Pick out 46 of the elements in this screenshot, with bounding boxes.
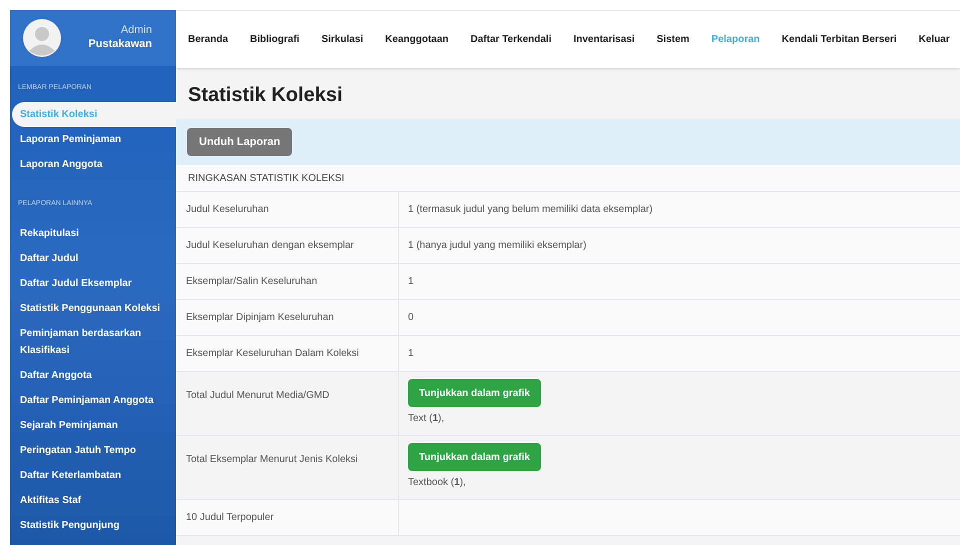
- table-cell-text: Eksemplar Keseluruhan Dalam Koleksi: [186, 347, 359, 361]
- sidebar-item[interactable]: Daftar Judul: [10, 246, 176, 271]
- nav-link[interactable]: Sistem: [656, 32, 690, 47]
- table-cell-text: 10 Judul Terpopuler: [186, 511, 274, 525]
- sidebar-item[interactable]: Rekapitulasi: [10, 221, 176, 246]
- sidebar-item[interactable]: Daftar Peminjaman Anggota: [10, 388, 176, 413]
- sidebar-item[interactable]: Aktifitas Staf: [10, 488, 176, 513]
- table-cell-text: 1 (hanya judul yang memiliki eksemplar): [408, 239, 586, 253]
- nav-link[interactable]: Keanggotaan: [385, 32, 449, 47]
- sidebar-item[interactable]: Laporan Anggota: [10, 152, 176, 176]
- show-chart-button[interactable]: Tunjukkan dalam grafik: [408, 379, 541, 407]
- table-cell: Total Eksemplar Menurut Jenis Koleksi: [186, 454, 358, 465]
- nav-link[interactable]: Sirkulasi: [321, 32, 364, 47]
- sidebar-item[interactable]: Peringatan Jatuh Tempo: [10, 438, 176, 463]
- sidebar-item[interactable]: Statistik Penggunaan Koleksi: [10, 296, 176, 321]
- show-chart-button[interactable]: Tunjukkan dalam grafik: [408, 443, 541, 471]
- sidebar-item[interactable]: Daftar Keterlambatan: [10, 463, 176, 488]
- table-heading: RINGKASAN STATISTIK KOLEKSI: [176, 165, 960, 192]
- nav-link[interactable]: Bibliografi: [250, 32, 300, 47]
- sidebar-item[interactable]: Laporan Peminjaman: [10, 126, 176, 152]
- table-cell-text: 0: [408, 311, 414, 325]
- nav-link[interactable]: Keluar: [918, 32, 950, 47]
- table-cell-text: Judul Keseluruhan dengan eksemplar: [186, 239, 354, 253]
- nav-link[interactable]: Kendali Terbitan Berseri: [782, 32, 897, 47]
- table-cell-text: 1 (termasuk judul yang belum memiliki data eksemplar): [408, 203, 653, 217]
- sidebar-item[interactable]: Peminjaman berdasarkan Klasifikasi: [10, 321, 176, 363]
- table-cell-text: 1: [408, 347, 414, 361]
- user-name: Pustakawan: [88, 38, 152, 52]
- page-title: Statistik Koleksi: [187, 83, 344, 108]
- table-cell-text: 1: [408, 275, 414, 289]
- sidebar-item[interactable]: Statistik Pengunjung: [10, 513, 176, 538]
- table-cell-text: Eksemplar/Salin Keseluruhan: [186, 275, 318, 289]
- sidebar-item[interactable]: Sejarah Peminjaman: [10, 413, 176, 438]
- download-report-button[interactable]: Unduh Laporan: [187, 128, 292, 156]
- nav-link[interactable]: Inventarisasi: [573, 32, 635, 47]
- user-role: Admin: [120, 24, 152, 38]
- sidebar-item[interactable]: Daftar Judul Eksemplar: [10, 271, 176, 296]
- table-cell-text: Textbook (1),: [408, 476, 466, 490]
- table-cell-text: Eksemplar Dipinjam Keseluruhan: [186, 311, 334, 325]
- table-cell: Total Judul Menurut Media/GMD: [186, 390, 330, 401]
- avatar-icon: [22, 18, 62, 58]
- table-cell-text: Judul Keseluruhan: [186, 203, 269, 217]
- sidebar-item[interactable]: Daftar Anggota: [10, 363, 176, 388]
- nav-link[interactable]: Beranda: [188, 32, 228, 47]
- nav-link[interactable]: Daftar Terkendali: [470, 32, 552, 47]
- table-cell-text: Text (1),: [408, 412, 444, 426]
